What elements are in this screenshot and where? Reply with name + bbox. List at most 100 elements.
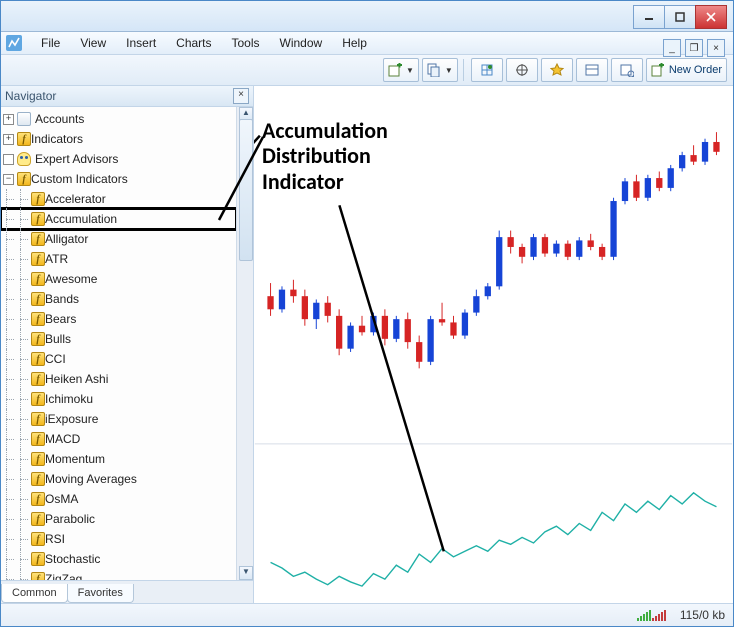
tree-item-atr[interactable]: fATR	[1, 249, 236, 269]
tree-item-awesome[interactable]: fAwesome	[1, 269, 236, 289]
navigator-close-button[interactable]: ×	[233, 88, 249, 104]
toolbar-separator	[463, 59, 466, 81]
scroll-down-button[interactable]: ▼	[239, 566, 253, 580]
data-window-button[interactable]	[506, 58, 538, 82]
indicator-icon: f	[31, 552, 45, 566]
market-watch-button[interactable]	[471, 58, 503, 82]
mdi-minimize-button[interactable]: _	[663, 39, 681, 57]
vertical-scrollbar[interactable]: ▲ ▼	[236, 107, 253, 580]
new-chart-button[interactable]: ▼	[383, 58, 419, 82]
expand-icon[interactable]: +	[3, 134, 14, 145]
tree-item-label: OsMA	[45, 492, 78, 506]
tree-item-label: ATR	[45, 252, 68, 266]
indicator-icon: f	[31, 532, 45, 546]
tree-item-label: RSI	[45, 532, 65, 546]
tree-item-stochastic[interactable]: fStochastic	[1, 549, 236, 569]
close-button[interactable]	[695, 5, 727, 29]
navigator-tree[interactable]: +Accounts+fIndicatorsExpert Advisors−fCu…	[1, 107, 236, 580]
mdi-restore-button[interactable]: ❐	[685, 39, 703, 57]
indicator-icon: f	[31, 212, 45, 226]
tree-expert-advisors[interactable]: Expert Advisors	[1, 149, 236, 169]
tree-item-bulls[interactable]: fBulls	[1, 329, 236, 349]
new-order-button[interactable]: New Order	[646, 58, 727, 82]
tree-item-label: Stochastic	[45, 552, 100, 566]
indicator-icon: f	[31, 332, 45, 346]
tree-indicators[interactable]: +fIndicators	[1, 129, 236, 149]
maximize-button[interactable]	[664, 5, 696, 29]
tree-item-label: Indicators	[31, 132, 83, 146]
connection-bars-icon	[637, 609, 666, 621]
new-order-label: New Order	[669, 64, 722, 76]
menu-file[interactable]: File	[31, 32, 70, 54]
tree-item-label: ZigZag	[45, 572, 82, 580]
menu-help[interactable]: Help	[332, 32, 377, 54]
tree-item-label: Bulls	[45, 332, 71, 346]
tree-item-parabolic[interactable]: fParabolic	[1, 509, 236, 529]
tree-custom-indicators[interactable]: −fCustom Indicators	[1, 169, 236, 189]
tree-item-label: Momentum	[45, 452, 105, 466]
tree-item-iexposure[interactable]: fiExposure	[1, 409, 236, 429]
indicator-icon: f	[31, 272, 45, 286]
tree-item-bands[interactable]: fBands	[1, 289, 236, 309]
tree-item-rsi[interactable]: fRSI	[1, 529, 236, 549]
tree-accounts[interactable]: + Accounts	[1, 109, 236, 129]
indicator-icon: f	[31, 372, 45, 386]
indicator-icon: f	[31, 412, 45, 426]
tree-item-accumulation[interactable]: fAccumulation	[1, 209, 236, 229]
expand-icon[interactable]: +	[3, 114, 14, 125]
menu-charts[interactable]: Charts	[166, 32, 221, 54]
tree-item-moving-averages[interactable]: fMoving Averages	[1, 469, 236, 489]
tree-item-label: Parabolic	[45, 512, 95, 526]
terminal-button[interactable]	[576, 58, 608, 82]
menu-window[interactable]: Window	[270, 32, 333, 54]
menu-insert[interactable]: Insert	[116, 32, 166, 54]
menu-tools[interactable]: Tools	[222, 32, 270, 54]
navigator-titlebar: Navigator ×	[1, 86, 253, 107]
tree-item-heiken-ashi[interactable]: fHeiken Ashi	[1, 369, 236, 389]
tree-item-momentum[interactable]: fMomentum	[1, 449, 236, 469]
tree-item-bears[interactable]: fBears	[1, 309, 236, 329]
indicator-icon: f	[17, 132, 31, 146]
tree-item-label: MACD	[45, 432, 80, 446]
tree-item-label: CCI	[45, 352, 66, 366]
tree-item-cci[interactable]: fCCI	[1, 349, 236, 369]
tree-item-label: iExposure	[45, 412, 98, 426]
minimize-button[interactable]	[633, 5, 665, 29]
statusbar: 115/0 kb	[1, 603, 733, 626]
menubar: File View Insert Charts Tools Window Hel…	[1, 32, 733, 55]
chart-area[interactable]: Accumulation Distribution Indicator	[254, 86, 733, 603]
navigator-title: Navigator	[5, 89, 56, 103]
tree-item-label: Accounts	[35, 112, 84, 126]
tree-item-label: Accumulation	[45, 212, 117, 226]
tab-favorites[interactable]: Favorites	[67, 584, 134, 603]
tree-item-osma[interactable]: fOsMA	[1, 489, 236, 509]
tree-item-alligator[interactable]: fAlligator	[1, 229, 236, 249]
indicator-icon: f	[31, 312, 45, 326]
navigator-panel: Navigator × +Accounts+fIndicatorsExpert …	[1, 86, 254, 603]
tab-common[interactable]: Common	[1, 584, 68, 603]
scroll-thumb[interactable]	[239, 119, 253, 261]
tree-item-macd[interactable]: fMACD	[1, 429, 236, 449]
indicator-icon: f	[31, 392, 45, 406]
titlebar	[1, 1, 733, 32]
main-window: _ ❐ × File View Insert Charts Tools Wind…	[0, 0, 734, 627]
collapse-icon[interactable]	[3, 154, 14, 165]
strategy-tester-button[interactable]	[611, 58, 643, 82]
navigator-button[interactable]	[541, 58, 573, 82]
toolbar: ▼ ▼ New Order	[1, 55, 733, 86]
tree-item-label: Ichimoku	[45, 392, 93, 406]
status-traffic: 115/0 kb	[680, 608, 725, 622]
mdi-close-button[interactable]: ×	[707, 39, 725, 57]
tree-item-zigzag[interactable]: fZigZag	[1, 569, 236, 580]
collapse-icon[interactable]: −	[3, 174, 14, 185]
dropdown-caret-icon: ▼	[406, 66, 414, 75]
tree-item-label: Expert Advisors	[35, 152, 118, 166]
dropdown-caret-icon: ▼	[445, 66, 453, 75]
annotation-line1: Accumulation	[262, 118, 388, 143]
menu-view[interactable]: View	[70, 32, 116, 54]
tree-item-ichimoku[interactable]: fIchimoku	[1, 389, 236, 409]
tree-item-accelerator[interactable]: fAccelerator	[1, 189, 236, 209]
annotation-line3: Indicator	[262, 169, 388, 194]
annotation-label: Accumulation Distribution Indicator	[262, 118, 388, 194]
profiles-button[interactable]: ▼	[422, 58, 458, 82]
